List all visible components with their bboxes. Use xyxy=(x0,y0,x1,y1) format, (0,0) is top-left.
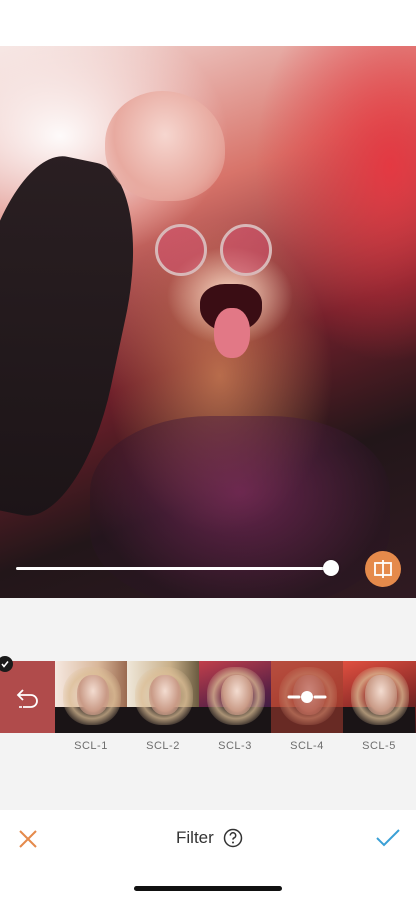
page-title: Filter xyxy=(176,828,214,847)
home-indicator xyxy=(134,886,282,891)
photo-tongue xyxy=(214,308,250,358)
status-bar-area xyxy=(0,0,416,46)
filter-label: SCL-3 xyxy=(218,740,252,752)
filter-thumbnail[interactable] xyxy=(343,661,416,733)
photo-scarf xyxy=(90,416,390,598)
original-filter-button[interactable] xyxy=(0,661,55,733)
filter-label: SCL-5 xyxy=(362,740,396,752)
help-button[interactable] xyxy=(223,828,243,848)
filter-thumbnail[interactable] xyxy=(199,661,271,733)
photo-preview[interactable] xyxy=(0,46,416,598)
done-button[interactable] xyxy=(374,826,402,850)
undo-arrow-icon xyxy=(16,689,38,708)
help-icon xyxy=(223,828,243,848)
compare-icon xyxy=(374,560,392,578)
filter-thumbnail[interactable] xyxy=(55,661,127,733)
filter-label: SCL-4 xyxy=(290,740,324,752)
photo-hand xyxy=(105,91,225,201)
filter-label: SCL-2 xyxy=(146,740,180,752)
close-icon xyxy=(19,830,37,848)
photo-glasses-left xyxy=(155,224,207,276)
intensity-slider-knob[interactable] xyxy=(323,560,339,576)
intensity-slider-track[interactable] xyxy=(16,567,334,570)
filter-label: SCL-1 xyxy=(74,740,108,752)
checkmark-icon xyxy=(376,829,400,847)
cancel-button[interactable] xyxy=(16,827,40,851)
filter-thumbnail[interactable] xyxy=(127,661,199,733)
filter-thumbnail-active[interactable] xyxy=(271,661,343,733)
photo-glasses-right xyxy=(220,224,272,276)
compare-button[interactable] xyxy=(365,551,401,587)
slider-adjust-icon xyxy=(287,691,327,703)
